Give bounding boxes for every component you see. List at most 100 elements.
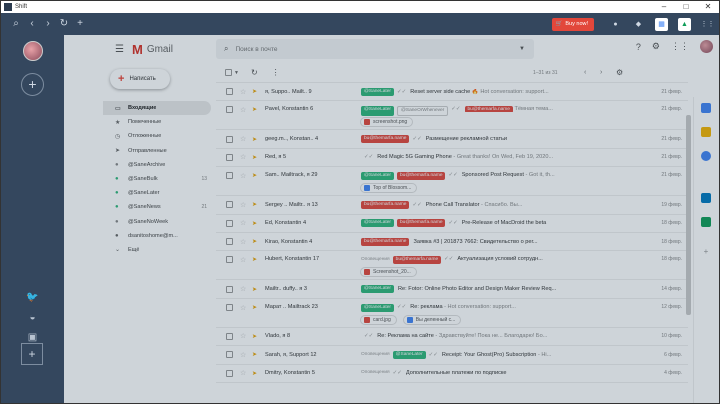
star-icon[interactable]: ☆ (240, 304, 248, 312)
email-row[interactable]: ☆ ➤ я, Suppo.. Mailt.. 9 @SaneLater ✓✓ Reset … (216, 83, 688, 102)
email-label-chip[interactable]: @SaneOrWhenever (397, 106, 449, 117)
forward-button[interactable]: › (40, 13, 56, 35)
star-icon[interactable]: ☆ (240, 153, 248, 161)
search-input[interactable]: Поиск в почте (235, 46, 277, 53)
important-marker-icon[interactable]: ➤ (252, 136, 258, 143)
star-icon[interactable]: ☆ (240, 369, 248, 377)
star-icon[interactable]: ☆ (240, 219, 248, 227)
prev-page-icon[interactable]: ‹ (584, 69, 586, 76)
important-marker-icon[interactable]: ➤ (252, 238, 258, 245)
help-icon[interactable]: ? (636, 42, 641, 52)
row-checkbox[interactable] (226, 88, 233, 96)
attachment-chip[interactable]: screenshot.png (360, 117, 414, 128)
important-marker-icon[interactable]: ➤ (252, 172, 258, 179)
attachment-chip[interactable]: Вы деленный с... (402, 314, 462, 325)
star-icon[interactable]: ☆ (240, 135, 248, 143)
row-checkbox[interactable] (226, 351, 233, 359)
email-row[interactable]: ☆ ➤ Mailtr.. duffy.. я 3 @SaneLater Re: Foto… (216, 280, 688, 299)
twitter-icon[interactable]: 🐦 (26, 291, 39, 304)
email-label-chip[interactable]: Оповещения (361, 351, 390, 359)
nav-item[interactable]: ● dsanitoshome@m... (103, 229, 211, 243)
attachment-chip[interactable]: Screenshot_20... (360, 267, 417, 278)
email-row[interactable]: ☆ ➤ Pavel, Konstantin 6 @SaneLater @SaneOrWh… (216, 101, 688, 131)
email-row[interactable]: ☆ ➤ Hubert, Konstantin 17 Оповещения bu@them… (216, 251, 688, 281)
email-label-chip[interactable]: @SaneLater (361, 303, 395, 312)
email-label-chip[interactable]: @SaneLater (361, 219, 395, 228)
email-row[interactable]: ☆ ➤ Kirao, Konstantin 4 bu@themarfa.name Зая… (216, 233, 688, 252)
gmail-logo[interactable]: M Gmail (132, 42, 173, 57)
email-label-chip[interactable]: @SaneLater (361, 106, 395, 117)
maximize-button[interactable]: □ (675, 1, 697, 13)
email-label-chip[interactable]: bu@themarfa.name (361, 200, 410, 209)
star-icon[interactable]: ☆ (240, 172, 248, 180)
important-marker-icon[interactable]: ➤ (252, 154, 258, 161)
reload-button[interactable]: ↻ (56, 13, 72, 35)
email-label-chip[interactable]: bu@themarfa.name (361, 135, 410, 144)
row-checkbox[interactable] (226, 201, 233, 209)
nav-item[interactable]: ● @SaneArchive (103, 158, 211, 172)
email-label-chip[interactable]: @SaneLater (392, 350, 426, 359)
email-row[interactable]: ☆ ➤ Sarah, я, Support 12 Оповещения @SaneLat… (216, 346, 688, 365)
row-checkbox[interactable] (226, 172, 233, 180)
hamburger-menu-icon[interactable]: ☰ (115, 44, 124, 55)
apps-icon[interactable]: ⋮⋮ (671, 41, 689, 52)
nav-item[interactable]: ● @SaneLater (103, 186, 211, 200)
nav-item[interactable]: ◷ Отложенные (103, 129, 211, 143)
nav-item[interactable]: ➤ Отправленные (103, 144, 211, 158)
select-dropdown-icon[interactable]: ▼ (234, 70, 239, 76)
user-avatar[interactable] (700, 40, 713, 53)
trello-addon-icon[interactable] (701, 193, 711, 203)
add-addon-icon[interactable]: + (701, 247, 711, 257)
important-marker-icon[interactable]: ➤ (252, 220, 258, 227)
nav-item[interactable]: ● @SaneBulk 13 (103, 172, 211, 186)
email-label-chip[interactable]: @SaneLater (361, 172, 395, 181)
important-marker-icon[interactable]: ➤ (252, 304, 258, 311)
row-checkbox[interactable] (226, 256, 233, 264)
row-checkbox[interactable] (226, 369, 233, 377)
important-marker-icon[interactable]: ➤ (252, 201, 258, 208)
next-page-icon[interactable]: › (600, 69, 602, 76)
email-label-chip[interactable]: Оповещения (361, 256, 390, 264)
account-avatar[interactable] (23, 41, 43, 61)
nav-item[interactable]: ● @SaneNoWeek (103, 215, 211, 229)
email-label-chip[interactable]: bu@themarfa.name (361, 237, 410, 246)
attachment-chip[interactable]: Top of Blossom... (360, 183, 418, 194)
email-label-chip[interactable]: @SaneLater (361, 87, 395, 96)
calendar-icon[interactable]: ▦ (655, 17, 668, 31)
star-icon[interactable]: ☆ (240, 238, 248, 246)
row-checkbox[interactable] (226, 303, 233, 311)
sheets-addon-icon[interactable] (701, 217, 711, 227)
email-row[interactable]: ☆ ➤ Vlado, я 8 ✓✓ Re: Реклама на сайте - Здр… (216, 328, 688, 347)
refresh-icon[interactable]: ↻ (251, 68, 258, 77)
nav-item[interactable]: ★ Помеченные (103, 115, 211, 129)
settings-icon[interactable]: ⚙ (652, 41, 660, 52)
email-row[interactable]: ☆ ➤ Ed, Konstantin 4 @SaneLater bu@themarfa.… (216, 215, 688, 233)
apps-grid-icon[interactable]: ⋮⋮ (701, 18, 715, 31)
search-icon[interactable]: ⌕ (224, 44, 228, 54)
row-checkbox[interactable] (226, 219, 233, 227)
add-app-button[interactable]: + (21, 343, 43, 365)
row-checkbox[interactable] (226, 153, 233, 161)
email-label-chip[interactable]: bu@themarfa.name (397, 172, 446, 181)
more-icon[interactable]: ⋮ (272, 68, 280, 77)
chat-icon[interactable]: ● (609, 18, 622, 31)
email-row[interactable]: ☆ ➤ Red, я 5 ✓✓ Red Magic 5G Gaming Phone - … (216, 149, 688, 168)
email-row[interactable]: ☆ ➤ Sam.. Mailtrack, я 29 @SaneLater bu@them… (216, 167, 688, 197)
important-marker-icon[interactable]: ➤ (252, 370, 258, 377)
close-button[interactable]: ✕ (697, 1, 719, 13)
star-icon[interactable]: ☆ (240, 285, 248, 293)
back-button[interactable]: ‹ (24, 13, 40, 35)
star-icon[interactable]: ☆ (240, 201, 248, 209)
email-row[interactable]: ☆ ➤ Sergey .. Mailtr.. я 13 bu@themarfa.nam… (216, 196, 688, 215)
row-checkbox[interactable] (226, 285, 233, 293)
star-icon[interactable]: ☆ (240, 351, 248, 359)
row-checkbox[interactable] (226, 332, 233, 340)
email-row[interactable]: ☆ ➤ Марат .. Mailtrack 23 @SaneLater ✓✓ Re: р… (216, 299, 688, 328)
email-row[interactable]: ☆ ➤ Dmitry, Konstantin 5 Оповещения ✓✓ Дополн… (216, 365, 688, 383)
star-icon[interactable]: ☆ (240, 106, 248, 114)
layers-icon[interactable]: ◆ (632, 18, 645, 31)
keep-addon-icon[interactable] (701, 127, 711, 137)
important-marker-icon[interactable]: ➤ (252, 88, 258, 95)
important-marker-icon[interactable]: ➤ (252, 333, 258, 340)
calendar-addon-icon[interactable] (701, 103, 711, 113)
